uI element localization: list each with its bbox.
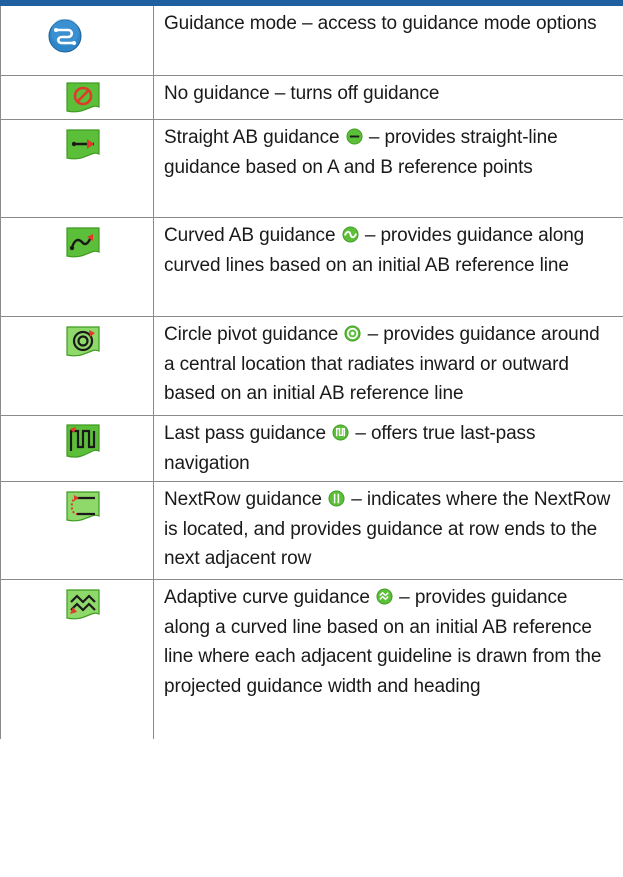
row-text-before: Straight AB guidance [164, 127, 340, 148]
table-row: NextRow guidance – indicates where the N… [0, 482, 623, 580]
table-row: Curved AB guidance – provides guidance a… [0, 218, 623, 317]
icon-cell [0, 416, 154, 481]
table-row: No guidance – turns off guidance [0, 76, 623, 120]
icon-cell [0, 120, 154, 217]
description-cell: Curved AB guidance – provides guidance a… [154, 218, 623, 316]
description-cell: No guidance – turns off guidance [154, 76, 623, 119]
description-cell: Straight AB guidance – provides straight… [154, 120, 623, 217]
description-cell: Adaptive curve guidance – provides guida… [154, 580, 623, 739]
icon-cell [0, 218, 154, 316]
row-text-before: Adaptive curve guidance [164, 587, 370, 608]
description-cell: Circle pivot guidance – provides guidanc… [154, 317, 623, 415]
circle-pivot-status-icon [344, 325, 361, 342]
last-pass-icon [65, 423, 101, 461]
table-row: Last pass guidance – offers true last-pa… [0, 416, 623, 482]
row-text: No guidance – turns off guidance [164, 83, 440, 104]
last-pass-status-icon [332, 424, 349, 441]
adaptive-curve-icon [65, 588, 101, 622]
icon-cell [0, 317, 154, 415]
curved-ab-icon [65, 226, 101, 260]
description-cell: Last pass guidance – offers true last-pa… [154, 416, 623, 481]
row-text-before: NextRow guidance [164, 489, 322, 510]
table-row: Guidance mode – access to guidance mode … [0, 6, 623, 76]
icon-cell [0, 482, 154, 579]
adaptive-curve-status-icon [376, 588, 393, 605]
icon-cell [0, 6, 154, 75]
nextrow-icon [65, 490, 101, 524]
table-row: Adaptive curve guidance – provides guida… [0, 580, 623, 739]
curved-ab-status-icon [342, 226, 359, 243]
description-cell: NextRow guidance – indicates where the N… [154, 482, 623, 579]
guidance-mode-icon [48, 19, 82, 53]
row-text: Guidance mode – access to guidance mode … [164, 13, 597, 34]
guidance-mode-table: Guidance mode – access to guidance mode … [0, 6, 623, 739]
icon-cell [0, 580, 154, 739]
description-cell: Guidance mode – access to guidance mode … [154, 6, 623, 75]
table-row: Circle pivot guidance – provides guidanc… [0, 317, 623, 416]
row-text-before: Curved AB guidance [164, 225, 336, 246]
no-guidance-icon [65, 81, 101, 115]
straight-ab-icon [65, 128, 101, 162]
nextrow-status-icon [328, 490, 345, 507]
row-text-before: Circle pivot guidance [164, 324, 339, 345]
straight-ab-status-icon [346, 128, 363, 145]
icon-cell [0, 76, 154, 119]
table-row: Straight AB guidance – provides straight… [0, 120, 623, 218]
circle-pivot-icon [65, 325, 101, 359]
row-text-before: Last pass guidance [164, 423, 326, 444]
